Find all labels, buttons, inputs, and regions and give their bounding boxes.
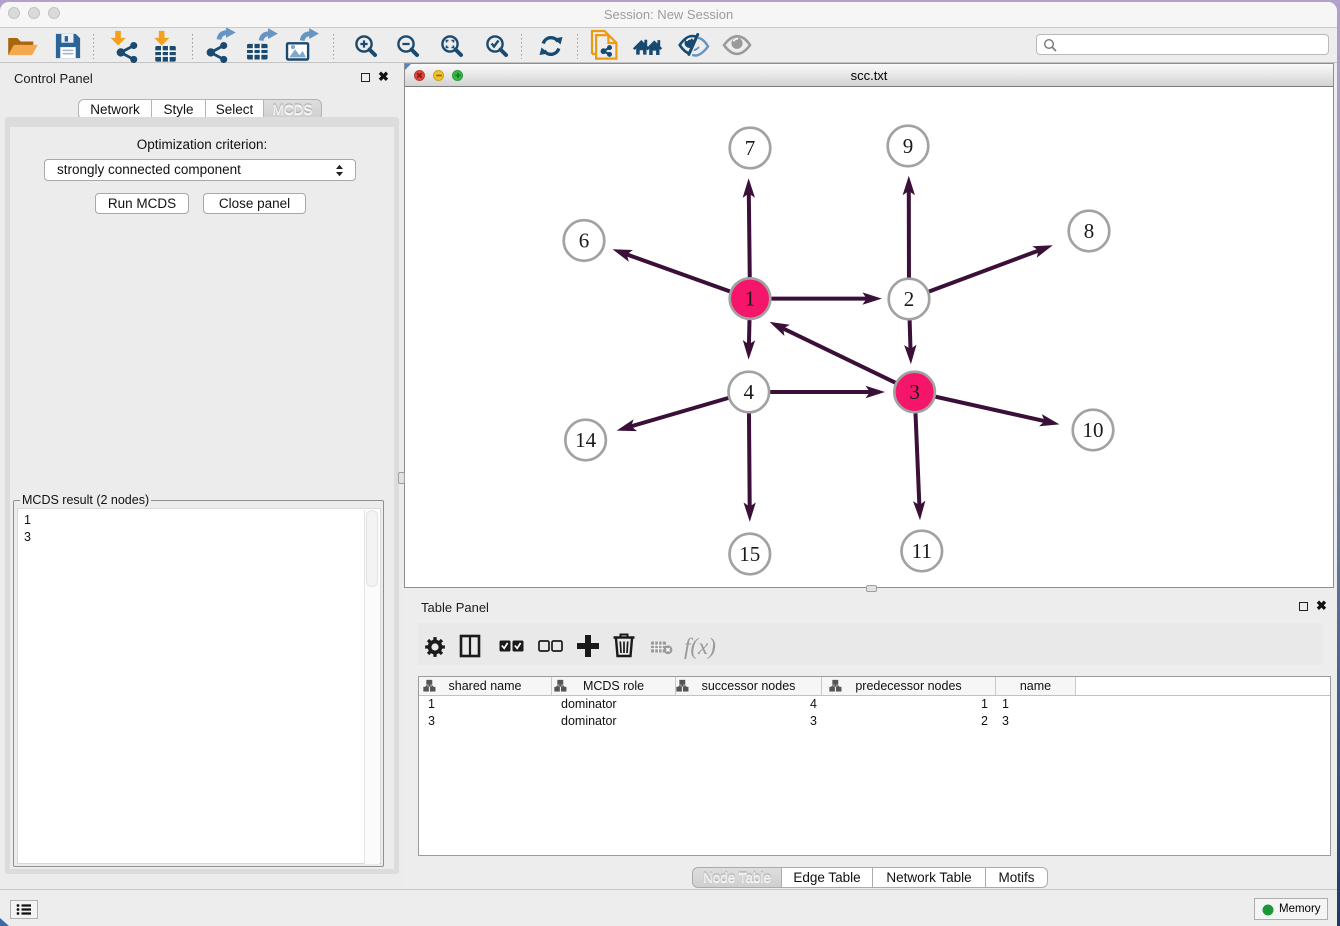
svg-text:11: 11 xyxy=(912,539,932,563)
svg-text:15: 15 xyxy=(739,542,760,566)
svg-text:10: 10 xyxy=(1083,418,1104,442)
svg-text:4: 4 xyxy=(744,380,755,404)
svg-text:2: 2 xyxy=(904,287,915,311)
svg-text:1: 1 xyxy=(745,287,756,311)
svg-text:3: 3 xyxy=(909,380,920,404)
svg-text:8: 8 xyxy=(1084,219,1095,243)
svg-text:f(x): f(x) xyxy=(684,634,716,659)
svg-text:7: 7 xyxy=(745,136,756,160)
svg-text:9: 9 xyxy=(903,134,914,158)
svg-text:6: 6 xyxy=(579,229,590,253)
svg-text:14: 14 xyxy=(575,428,597,452)
